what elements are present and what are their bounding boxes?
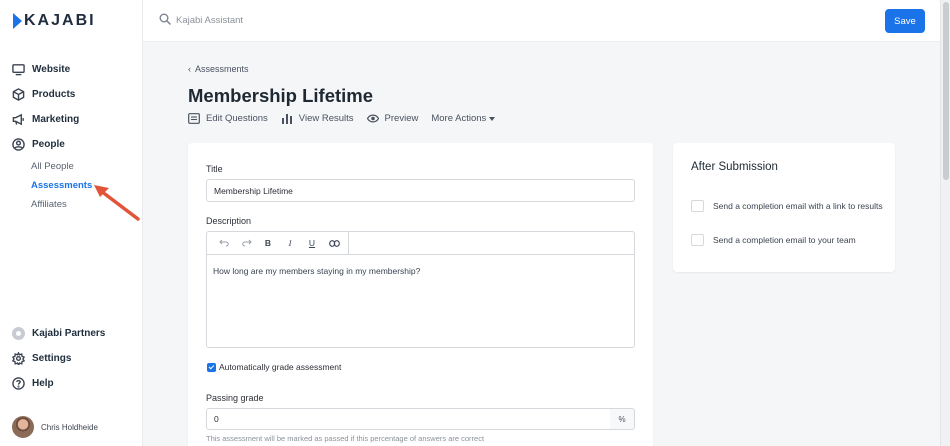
- italic-button[interactable]: I: [279, 232, 301, 254]
- completion-email-team-label: Send a completion email to your team: [713, 235, 856, 245]
- breadcrumb[interactable]: ‹ Assessments: [188, 64, 249, 74]
- scrollbar-thumb[interactable]: [943, 2, 949, 180]
- description-text[interactable]: How long are my members staying in my me…: [207, 255, 634, 287]
- sidebar-bottom-nav: Kajabi Partners Settings Help: [0, 321, 143, 396]
- page-scrollbar[interactable]: [940, 0, 950, 446]
- gear-icon: [12, 352, 25, 365]
- sidebar-item-label: Products: [32, 89, 76, 100]
- toolbar-divider: [348, 231, 349, 255]
- eye-icon: [366, 114, 379, 123]
- description-editor: B I U How long are my members staying in…: [206, 231, 635, 348]
- partners-icon: [12, 327, 25, 340]
- preview-button[interactable]: Preview: [366, 113, 419, 124]
- assessment-settings-card: Title Description B I U How long are my …: [188, 143, 653, 446]
- passing-grade-help: This assessment will be marked as passed…: [206, 434, 485, 443]
- passing-grade-input[interactable]: [206, 408, 611, 430]
- edit-questions-label: Edit Questions: [206, 113, 268, 124]
- underline-button[interactable]: U: [301, 232, 323, 254]
- top-bar: Save: [143, 0, 940, 42]
- chevron-left-icon: ‹: [188, 64, 191, 74]
- sidebar-item-marketing[interactable]: Marketing: [0, 107, 143, 132]
- breadcrumb-label: Assessments: [195, 64, 249, 74]
- passing-grade-label: Passing grade: [206, 393, 264, 403]
- sidebar-item-label: Website: [32, 64, 71, 75]
- sidebar-item-settings[interactable]: Settings: [0, 346, 143, 371]
- sidebar: KAJABI Website Products Marketing People…: [0, 0, 143, 446]
- question-circle-icon: [12, 377, 25, 390]
- view-results-button[interactable]: View Results: [281, 113, 354, 124]
- sidebar-item-label: People: [32, 139, 65, 150]
- link-icon: [328, 239, 340, 247]
- sidebar-item-kajabi-partners[interactable]: Kajabi Partners: [0, 321, 143, 346]
- percent-addon: %: [610, 408, 635, 430]
- redo-icon: [241, 239, 252, 247]
- after-submission-title: After Submission: [691, 161, 778, 173]
- after-submission-card: After Submission Send a completion email…: [673, 143, 895, 272]
- bar-chart-icon: [281, 114, 292, 124]
- sidebar-nav: Website Products Marketing People All Pe…: [0, 57, 143, 214]
- sidebar-item-help[interactable]: Help: [0, 371, 143, 396]
- more-actions-dropdown[interactable]: More Actions: [431, 113, 496, 124]
- monitor-icon: [12, 64, 25, 76]
- person-circle-icon: [12, 138, 25, 151]
- caret-down-icon: [489, 116, 496, 121]
- undo-icon: [218, 239, 229, 247]
- search-input[interactable]: [176, 11, 476, 29]
- sidebar-subitem-all-people[interactable]: All People: [0, 157, 143, 176]
- kajabi-logo-mark-icon: [13, 13, 22, 29]
- editor-toolbar: B I U: [207, 231, 634, 255]
- sidebar-subitem-assessments[interactable]: Assessments: [0, 176, 143, 195]
- user-name: Chris Holdheide: [41, 422, 98, 432]
- search-icon: [159, 13, 171, 25]
- redo-button[interactable]: [235, 232, 257, 254]
- title-label: Title: [206, 164, 223, 174]
- avatar: [12, 416, 34, 438]
- undo-button[interactable]: [213, 232, 235, 254]
- sidebar-item-label: Kajabi Partners: [32, 328, 106, 339]
- completion-email-results-checkbox[interactable]: [691, 200, 704, 212]
- bold-button[interactable]: B: [257, 232, 279, 254]
- box-icon: [12, 88, 25, 101]
- link-button[interactable]: [323, 232, 345, 254]
- title-input[interactable]: [206, 179, 635, 202]
- edit-questions-button[interactable]: Edit Questions: [188, 113, 268, 124]
- save-button[interactable]: Save: [885, 9, 925, 33]
- kajabi-logo[interactable]: KAJABI: [13, 12, 96, 30]
- user-profile[interactable]: Chris Holdheide: [12, 416, 98, 438]
- description-label: Description: [206, 216, 252, 226]
- auto-grade-label: Automatically grade assessment: [219, 362, 342, 372]
- sidebar-item-label: Help: [32, 378, 54, 389]
- sidebar-item-label: Marketing: [32, 114, 80, 125]
- sidebar-item-website[interactable]: Website: [0, 57, 143, 82]
- more-actions-label: More Actions: [431, 113, 487, 124]
- sidebar-item-products[interactable]: Products: [0, 82, 143, 107]
- completion-email-team-checkbox[interactable]: [691, 234, 704, 246]
- sidebar-item-label: Settings: [32, 353, 72, 364]
- sidebar-item-people[interactable]: People: [0, 132, 143, 157]
- view-results-label: View Results: [298, 113, 354, 124]
- sidebar-subitem-affiliates[interactable]: Affiliates: [0, 195, 143, 214]
- page-actions: Edit Questions View Results Preview More…: [188, 113, 508, 124]
- edit-list-icon: [188, 113, 200, 124]
- completion-email-results-label: Send a completion email with a link to r…: [713, 201, 883, 211]
- auto-grade-checkbox[interactable]: [207, 363, 216, 372]
- megaphone-icon: [12, 113, 24, 126]
- preview-label: Preview: [384, 113, 419, 124]
- brand-name: KAJABI: [24, 12, 96, 29]
- page-title: Membership Lifetime: [188, 85, 374, 106]
